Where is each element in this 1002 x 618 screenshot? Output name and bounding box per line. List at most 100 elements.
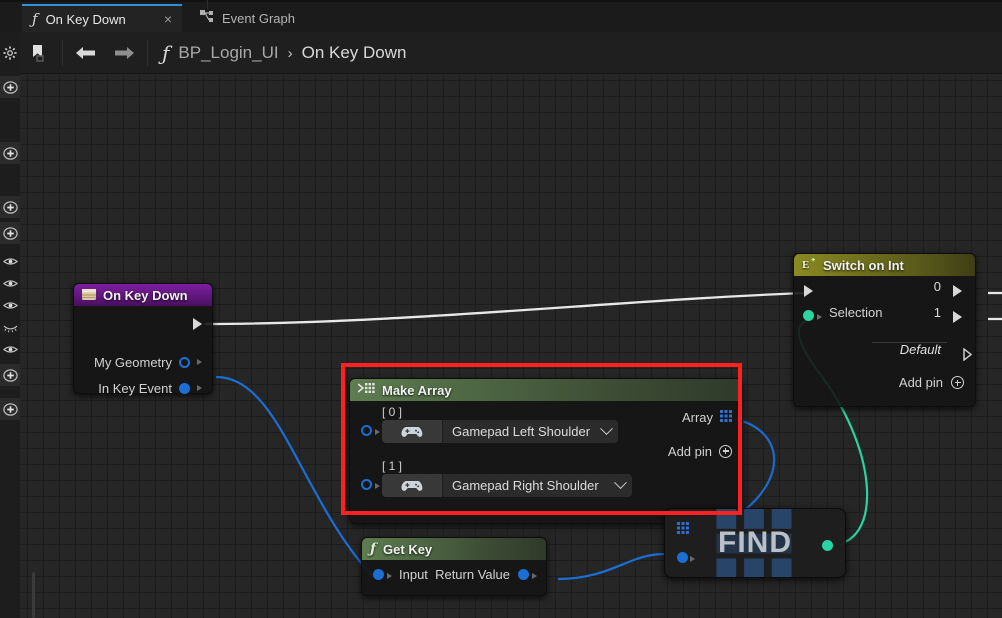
- key-selector-1[interactable]: Gamepad Right Shoulder: [382, 474, 632, 497]
- pin-arrow-icon: [197, 385, 202, 391]
- back-button[interactable]: [67, 32, 105, 74]
- rail-add-2[interactable]: [0, 142, 20, 164]
- node-title: Make Array: [382, 382, 452, 398]
- rail-add-5[interactable]: [0, 364, 20, 386]
- key-dropdown-value: Gamepad Right Shoulder: [452, 478, 599, 493]
- pin-label-return-value: Return Value: [435, 567, 510, 582]
- pin-label-input: Input: [399, 567, 428, 582]
- bookmark-button[interactable]: [20, 32, 58, 74]
- rail-add-3[interactable]: [0, 196, 20, 218]
- pin-row-my-geometry[interactable]: My Geometry: [74, 350, 212, 374]
- node-find[interactable]: FIND: [664, 508, 846, 578]
- find-array-in-pin[interactable]: [677, 521, 689, 539]
- function-icon: ƒ: [32, 10, 38, 28]
- pin-label: Array: [681, 409, 713, 425]
- switch-selection-in-pin[interactable]: [803, 310, 814, 321]
- pin-row-in-key-event[interactable]: In Key Event: [74, 376, 212, 400]
- node-header[interactable]: E Switch on Int: [794, 254, 975, 276]
- rail-visibility-hidden[interactable]: [0, 316, 20, 338]
- switch-default-label: Default: [899, 342, 941, 357]
- gamepad-icon: [382, 474, 442, 497]
- plus-circle-icon: [2, 200, 18, 214]
- node-make-array[interactable]: Make Array [ 0 ] Gamepad Left Shoulder […: [349, 378, 743, 524]
- switch-selection-label: Selection: [829, 305, 883, 320]
- my-geometry-out-pin[interactable]: [179, 356, 190, 368]
- switch-case-out-pin-0[interactable]: [953, 285, 962, 297]
- find-index-out-pin[interactable]: [822, 540, 833, 551]
- node-switch-on-int[interactable]: E Switch on Int 0 Selection 1 Default Ad…: [793, 253, 976, 407]
- breadcrumb-parent[interactable]: BP_Login_UI: [178, 43, 278, 63]
- plus-circle-icon: [2, 80, 18, 94]
- function-icon: ƒ: [162, 41, 170, 65]
- getkey-input-pin[interactable]: [373, 569, 384, 580]
- pin-arrow-icon: [690, 556, 695, 562]
- switch-icon: E: [802, 257, 816, 273]
- eye-icon: [2, 301, 18, 309]
- node-title: Get Key: [383, 541, 433, 557]
- plus-circle-icon: [2, 226, 18, 240]
- node-header[interactable]: Make Array: [350, 379, 742, 401]
- exec-out-pin[interactable]: [193, 318, 202, 330]
- event-node-icon: [82, 288, 96, 303]
- switch-case-label-0: 0: [933, 279, 941, 294]
- breadcrumb-separator: ›: [287, 44, 293, 62]
- pin-label: In Key Event: [98, 380, 172, 396]
- getkey-return-pin[interactable]: [518, 569, 529, 580]
- node-body: [ 0 ] Gamepad Left Shoulder [1] Gamepa…: [350, 401, 742, 523]
- switch-default-out-pin[interactable]: [954, 348, 973, 361]
- rail-visibility-4[interactable]: [0, 338, 20, 360]
- plus-circle-icon: [2, 402, 18, 416]
- find-item-in-pin[interactable]: [677, 552, 688, 563]
- node-on-key-down[interactable]: On Key Down My Geometry In Key Event: [73, 283, 213, 396]
- node-body: 0 Selection 1 Default Add pin: [794, 276, 975, 406]
- close-icon[interactable]: ×: [164, 12, 172, 26]
- chevron-down-icon[interactable]: [614, 476, 627, 490]
- add-pin-label: Add pin: [667, 443, 712, 459]
- node-body: Input Return Value: [362, 560, 546, 595]
- switch-add-pin-label: Add pin: [898, 375, 943, 390]
- tab-event-graph[interactable]: Event Graph: [190, 4, 330, 32]
- key-dropdown-1[interactable]: Gamepad Right Shoulder: [442, 474, 632, 497]
- rail-visibility-3[interactable]: [0, 294, 20, 316]
- canvas-vertical-scrollbar[interactable]: [32, 572, 35, 618]
- rail-add-4[interactable]: [0, 222, 20, 244]
- node-title: Switch on Int: [823, 257, 904, 273]
- rail-visibility-2[interactable]: [0, 272, 20, 294]
- tab-bar: ƒ On Key Down × Event Graph: [0, 0, 1002, 32]
- rail-settings[interactable]: [0, 42, 20, 64]
- plus-circle-icon: [2, 146, 18, 160]
- blueprint-graph-canvas[interactable]: On Key Down My Geometry In Key Event Mak…: [20, 74, 1002, 618]
- plus-circle-icon[interactable]: [951, 376, 964, 389]
- plus-circle-icon: [2, 368, 18, 382]
- switch-case-out-pin-1[interactable]: [953, 311, 962, 323]
- tab-label: On Key Down: [45, 11, 126, 27]
- node-header[interactable]: On Key Down: [74, 284, 212, 306]
- eye-icon: [2, 345, 18, 353]
- breadcrumb-current: On Key Down: [301, 43, 407, 62]
- gear-icon: [3, 46, 17, 60]
- node-header[interactable]: ƒ Get Key: [362, 538, 546, 560]
- array-out-pin[interactable]: [720, 409, 732, 425]
- rail-add-6[interactable]: [0, 398, 20, 420]
- pin-row-array-out[interactable]: Array: [350, 405, 742, 429]
- tab-label: Event Graph: [222, 10, 295, 26]
- node-get-key[interactable]: ƒ Get Key Input Return Value: [361, 537, 547, 596]
- add-pin-button-makearray[interactable]: Add pin: [350, 439, 742, 463]
- rail-visibility-1[interactable]: [0, 250, 20, 272]
- switch-exec-in-pin[interactable]: [804, 285, 813, 297]
- wire-exec-onkeydown-to-switch: [204, 291, 806, 326]
- array-input-pin-1[interactable]: [361, 479, 372, 490]
- pin-row-exec-out[interactable]: [74, 312, 212, 336]
- toolbar-divider-2: [147, 40, 148, 66]
- pin-arrow-icon: [197, 359, 202, 365]
- pin-label: My Geometry: [93, 354, 172, 370]
- eye-closed-icon: [3, 325, 17, 332]
- forward-button[interactable]: [105, 32, 143, 74]
- rail-add-1[interactable]: [0, 76, 20, 98]
- tab-on-key-down[interactable]: ƒ On Key Down ×: [22, 4, 182, 32]
- plus-circle-icon[interactable]: [719, 444, 732, 458]
- pin-arrow-icon: [375, 429, 380, 435]
- in-key-event-out-pin[interactable]: [179, 382, 190, 394]
- function-icon: ƒ: [370, 541, 377, 557]
- blueprint-editor-window: ƒ On Key Down × Event Graph ƒ BP_Login_U…: [0, 0, 1002, 618]
